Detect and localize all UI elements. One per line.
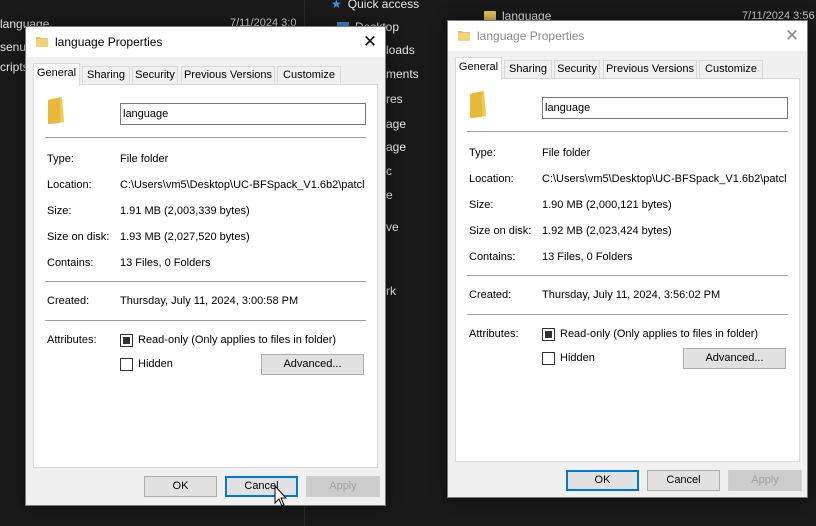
cancel-button[interactable]: Cancel xyxy=(647,470,720,491)
file-item[interactable]: senu xyxy=(0,40,26,54)
size-on-disk-value: 1.93 MB (2,027,520 bytes) xyxy=(120,231,250,243)
general-panel: Type: File folder Location: C:\Users\vm5… xyxy=(33,84,378,468)
size-value: 1.90 MB (2,000,121 bytes) xyxy=(542,199,672,211)
readonly-checkbox[interactable] xyxy=(542,328,555,341)
nav-item[interactable]: age xyxy=(386,117,406,131)
divider xyxy=(45,320,366,321)
readonly-label[interactable]: Read-only (Only applies to files in fold… xyxy=(138,334,336,346)
divider xyxy=(467,314,788,315)
size-value: 1.91 MB (2,003,339 bytes) xyxy=(120,205,250,217)
hidden-checkbox[interactable] xyxy=(120,358,133,371)
attributes-label: Attributes: xyxy=(469,328,519,340)
folder-icon xyxy=(470,91,486,118)
nav-item[interactable]: ve xyxy=(386,220,399,234)
folder-icon xyxy=(36,37,48,47)
divider xyxy=(45,281,366,282)
title-bar[interactable]: language Properties ✕ xyxy=(26,27,385,57)
nav-item[interactable]: rk xyxy=(386,284,396,298)
hidden-checkbox[interactable] xyxy=(542,352,555,365)
contains-label: Contains: xyxy=(469,251,516,263)
tab-sharing[interactable]: Sharing xyxy=(82,66,130,85)
readonly-checkbox[interactable] xyxy=(120,334,133,347)
advanced-button[interactable]: Advanced... xyxy=(261,354,364,375)
mouse-pointer-icon xyxy=(274,485,288,507)
tab-previous-versions[interactable]: Previous Versions xyxy=(181,66,275,85)
size-label: Size: xyxy=(469,199,494,211)
divider xyxy=(467,275,788,276)
folder-icon xyxy=(48,97,64,124)
folder-name-input[interactable] xyxy=(542,97,788,119)
created-value: Thursday, July 11, 2024, 3:56:02 PM xyxy=(542,289,721,301)
tab-previous-versions[interactable]: Previous Versions xyxy=(603,60,697,79)
contains-label: Contains: xyxy=(47,257,94,269)
type-value: File folder xyxy=(542,147,591,159)
size-on-disk-label: Size on disk: xyxy=(469,225,532,237)
size-label: Size: xyxy=(47,205,72,217)
hidden-label[interactable]: Hidden xyxy=(138,358,173,370)
nav-item[interactable]: c xyxy=(386,164,392,178)
nav-item[interactable]: ments xyxy=(386,67,419,81)
tab-general[interactable]: General xyxy=(455,57,502,80)
location-value[interactable]: C:\Users\vm5\Desktop\UC-BFSpack_V1.6b2\p… xyxy=(120,179,367,191)
tab-sharing[interactable]: Sharing xyxy=(504,60,552,79)
dialog-title: language Properties xyxy=(477,29,585,43)
type-label: Type: xyxy=(469,147,496,159)
apply-button[interactable]: Apply xyxy=(306,476,380,497)
created-label: Created: xyxy=(469,289,512,301)
nav-item[interactable]: loads xyxy=(386,43,415,57)
nav-item[interactable]: res xyxy=(386,92,403,106)
tab-customize[interactable]: Customize xyxy=(277,66,341,85)
size-on-disk-label: Size on disk: xyxy=(47,231,110,243)
apply-button[interactable]: Apply xyxy=(728,470,802,491)
type-value: File folder xyxy=(120,153,169,165)
created-label: Created: xyxy=(47,295,90,307)
title-bar[interactable]: language Properties ✕ xyxy=(448,21,807,51)
contains-value: 13 Files, 0 Folders xyxy=(120,257,211,269)
location-value[interactable]: C:\Users\vm5\Desktop\UC-BFSpack_V1.6b2\p… xyxy=(542,173,789,185)
folder-icon xyxy=(458,31,470,41)
advanced-button[interactable]: Advanced... xyxy=(683,348,786,369)
folder-name-input[interactable] xyxy=(120,103,366,125)
size-on-disk-value: 1.92 MB (2,023,424 bytes) xyxy=(542,225,672,237)
created-value: Thursday, July 11, 2024, 3:00:58 PM xyxy=(120,295,299,307)
attributes-label: Attributes: xyxy=(47,334,97,346)
tab-customize[interactable]: Customize xyxy=(699,60,763,79)
properties-dialog-left: language Properties ✕ General Sharing Se… xyxy=(25,26,386,506)
dialog-title: language Properties xyxy=(55,35,163,49)
nav-item[interactable]: age xyxy=(386,140,406,154)
tab-general[interactable]: General xyxy=(33,63,80,86)
nav-item[interactable]: e xyxy=(386,188,393,202)
ok-button[interactable]: OK xyxy=(144,476,217,497)
close-icon[interactable]: ✕ xyxy=(355,27,385,57)
tab-security[interactable]: Security xyxy=(554,60,600,79)
divider xyxy=(45,137,366,138)
contains-value: 13 Files, 0 Folders xyxy=(542,251,633,263)
readonly-label[interactable]: Read-only (Only applies to files in fold… xyxy=(560,328,758,340)
type-label: Type: xyxy=(47,153,74,165)
location-label: Location: xyxy=(47,179,92,191)
nav-item-quick-access[interactable]: ★ Quick access xyxy=(331,0,419,11)
ok-button[interactable]: OK xyxy=(566,470,639,491)
divider xyxy=(467,131,788,132)
properties-dialog-right: language Properties ✕ General Sharing Se… xyxy=(447,20,808,498)
location-label: Location: xyxy=(469,173,514,185)
hidden-label[interactable]: Hidden xyxy=(560,352,595,364)
star-icon: ★ xyxy=(331,0,342,11)
close-icon[interactable]: ✕ xyxy=(777,21,807,51)
general-panel: Type: File folder Location: C:\Users\vm5… xyxy=(455,78,800,462)
tab-security[interactable]: Security xyxy=(132,66,178,85)
